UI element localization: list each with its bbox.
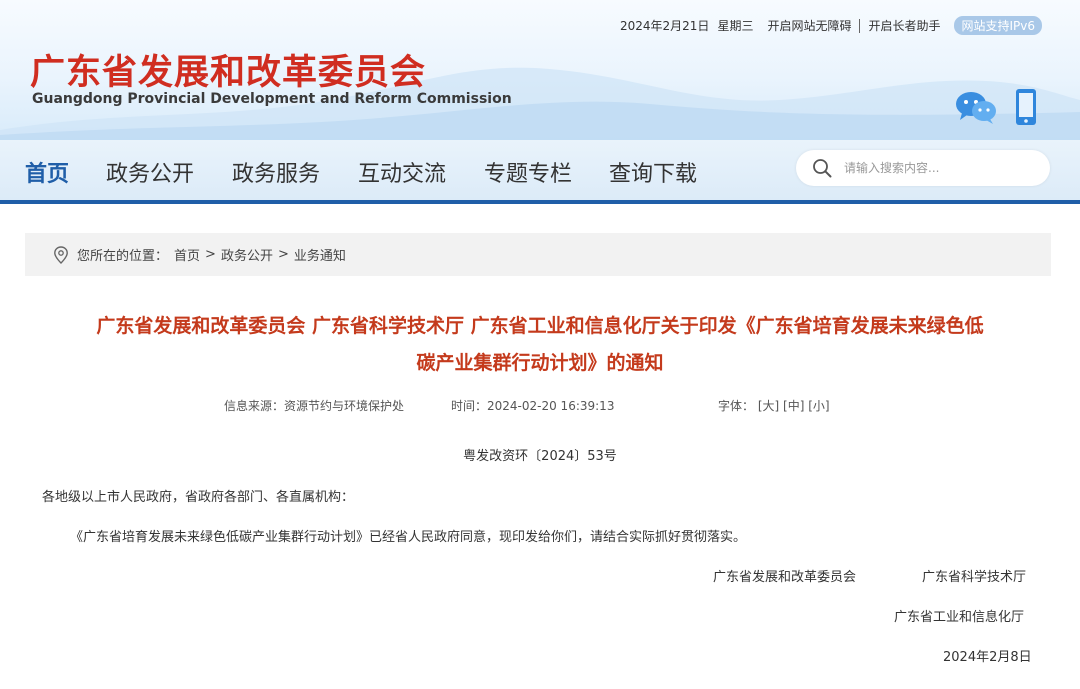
sign-date: 2024年2月8日: [943, 650, 1032, 665]
article-body-paragraph: 《广东省培育发展未来绿色低碳产业集群行动计划》已经省人民政府同意，现印发给你们，…: [70, 530, 747, 545]
current-date: 2024年2月21日: [619, 19, 710, 33]
search-icon[interactable]: [812, 158, 832, 178]
topbar-divider: [859, 18, 861, 33]
location-pin-icon: [54, 245, 68, 264]
article-title: 广东省发展和改革委员会 广东省科学技术厅 广东省工业和信息化厅关于印发《广东省培…: [40, 308, 1040, 382]
site-logo-subtitle: Guangdong Provincial Development and Ref…: [32, 91, 512, 107]
signatory-ndrc: 广东省发展和改革委员会: [713, 570, 857, 585]
nav-item-downloads[interactable]: 查询下载: [609, 156, 697, 188]
mobile-icon[interactable]: [1015, 88, 1037, 126]
font-size-medium-button[interactable]: [中]: [783, 399, 804, 413]
breadcrumb-item-business-notice[interactable]: 业务通知: [294, 245, 346, 264]
font-size-small-button[interactable]: [小]: [808, 399, 829, 413]
article-title-line-2: 碳产业集群行动计划》的通知: [416, 352, 664, 374]
breadcrumb-separator: >: [205, 247, 216, 262]
signatory-industry-it-dept: 广东省工业和信息化厅: [894, 610, 1025, 625]
breadcrumb-item-home[interactable]: 首页: [174, 245, 200, 264]
font-size-control: 字体： [大] [中] [小]: [718, 397, 830, 414]
document-number: 粤发改资环〔2024〕53号: [463, 449, 617, 464]
current-weekday: 星期三: [717, 19, 754, 33]
wechat-icon[interactable]: [955, 90, 997, 124]
elder-assistant-link[interactable]: 开启长者助手: [868, 17, 940, 34]
ipv6-badge: 网站支持IPv6: [954, 16, 1042, 35]
breadcrumb-item-government-affairs[interactable]: 政务公开: [221, 245, 273, 264]
breadcrumb-label: 您所在的位置：: [77, 249, 169, 264]
signatory-science-tech-dept: 广东省科学技术厅: [922, 570, 1027, 585]
article-title-line-1: 广东省发展和改革委员会 广东省科学技术厅 广东省工业和信息化厅关于印发《广东省培…: [96, 315, 984, 337]
search-input[interactable]: [844, 158, 1034, 178]
article-time: 时间：2024-02-20 16:39:13: [451, 399, 615, 413]
nav-item-interaction[interactable]: 互动交流: [358, 156, 446, 188]
breadcrumb-separator: >: [277, 247, 289, 262]
font-size-large-button[interactable]: [大]: [758, 399, 779, 413]
article-source: 信息来源：资源节约与环境保护处: [224, 399, 405, 413]
font-size-label: 字体：: [718, 399, 755, 413]
search-box: [796, 150, 1050, 186]
article-salutation: 各地级以上市人民政府，省政府各部门、各直属机构：: [42, 490, 355, 505]
site-header: 广东省发展和改革委员会 Guangdong Provincial Develop…: [0, 0, 1080, 140]
nav-item-home[interactable]: 首页: [25, 156, 69, 188]
nav-item-government-affairs[interactable]: 政务公开: [106, 156, 194, 188]
nav-item-government-services[interactable]: 政务服务: [232, 156, 320, 188]
site-logo-title[interactable]: 广东省发展和改革委员会: [30, 44, 426, 95]
accessibility-link[interactable]: 开启网站无障碍: [767, 17, 851, 34]
nav-item-special-topics[interactable]: 专题专栏: [484, 156, 572, 188]
top-utility-bar: 2024年2月21日 星期三 开启网站无障碍 开启长者助手 网站支持IPv6: [620, 16, 1042, 35]
breadcrumb: 您所在的位置： 首页 > 政务公开 > 业务通知: [25, 233, 1051, 276]
